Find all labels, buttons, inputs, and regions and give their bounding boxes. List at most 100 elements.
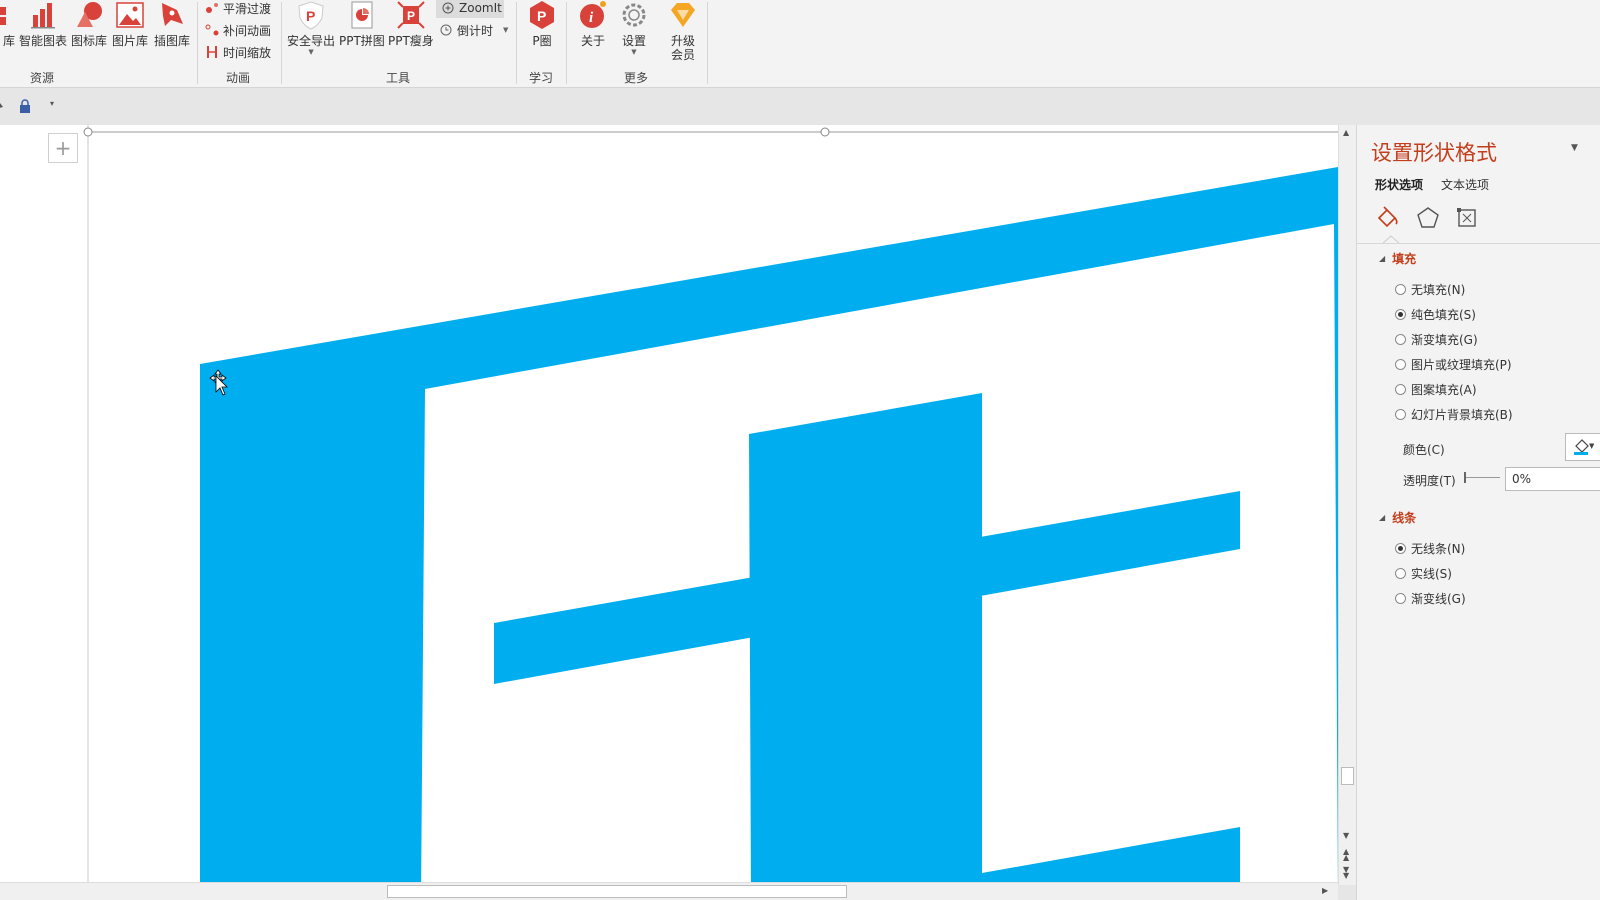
illustration-library-button[interactable]: 插图库 — [154, 0, 190, 48]
ppt-slim-button[interactable]: P PPT瘦身 — [388, 0, 434, 48]
smooth-transition-button[interactable]: 平滑过渡 — [204, 0, 271, 18]
ppt-puzzle-button[interactable]: PPT拼图 — [339, 0, 385, 48]
ppt-puzzle-label: PPT拼图 — [339, 34, 385, 48]
radio-slide-background-fill[interactable]: 幻灯片背景填充(B) — [1395, 406, 1513, 423]
size-properties-icon[interactable] — [1454, 205, 1480, 234]
svg-text:▼: ▼ — [1589, 442, 1594, 450]
chevron-down-icon: ▼ — [631, 48, 637, 56]
vertical-scroll-thumb[interactable] — [1341, 767, 1354, 785]
tab-shape-options[interactable]: 形状选项 — [1375, 176, 1423, 193]
add-icon[interactable]: + — [48, 133, 78, 163]
scroll-up-icon[interactable]: ▲ — [1343, 128, 1349, 137]
about-label: 关于 — [580, 34, 605, 48]
radio-label: 图片或纹理填充(P) — [1411, 358, 1512, 372]
scroll-right-icon[interactable]: ▶ — [1322, 886, 1328, 895]
tools-group-label: 工具 — [386, 71, 411, 85]
upgrade-member-button[interactable]: 升级 会员 — [668, 0, 698, 62]
chevron-down-icon[interactable]: ▼ — [503, 26, 508, 34]
svg-text:P: P — [407, 9, 415, 23]
radio-gradient-line[interactable]: 渐变线(G) — [1395, 590, 1466, 607]
pane-title: 设置形状格式 — [1371, 141, 1497, 165]
next-slide-icon[interactable]: ▼ ▼ — [1343, 866, 1349, 880]
pane-options-icon[interactable]: ▼ — [1571, 143, 1578, 153]
horizontal-scrollbar[interactable]: ▶ — [0, 882, 1338, 900]
safe-export-button[interactable]: P 安全导出 ▼ — [287, 0, 335, 56]
countdown-button[interactable]: 倒计时 ▼ — [438, 20, 508, 40]
line-section-header[interactable]: ◢ 线条 — [1379, 509, 1416, 526]
radio-label: 幻灯片背景填充(B) — [1411, 408, 1513, 422]
svg-text:P: P — [537, 8, 546, 24]
collapse-triangle-icon: ◢ — [1379, 254, 1386, 263]
image-library-label: 图片库 — [112, 34, 149, 48]
radio-gradient-fill[interactable]: 渐变填充(G) — [1395, 331, 1478, 348]
tween-animation-button[interactable]: 补间动画 — [204, 20, 271, 40]
ribbon: 库 智能图表 图标库 图片库 插图库 资源 平滑过渡 补间动画 时间缩放 动画 … — [0, 0, 1600, 88]
collapse-triangle-icon: ◢ — [1379, 513, 1386, 522]
zoomit-button[interactable]: ZoomIt — [436, 0, 504, 18]
radio-dot — [1395, 384, 1406, 395]
countdown-label: 倒计时 — [457, 23, 494, 38]
radio-no-line[interactable]: 无线条(N) — [1395, 540, 1465, 557]
icon-library-button[interactable]: 图标库 — [71, 0, 107, 48]
about-button[interactable]: i 关于 — [578, 0, 608, 48]
chevron-down-icon: ▼ — [308, 48, 314, 56]
horizontal-scroll-thumb[interactable] — [387, 885, 847, 898]
radio-label: 渐变线(G) — [1411, 592, 1466, 606]
scroll-down-icon[interactable]: ▼ — [1343, 831, 1349, 840]
p-badge-icon: P — [527, 0, 557, 30]
more-group-label: 更多 — [624, 71, 649, 85]
customize-qat-icon[interactable]: ▾ — [50, 99, 54, 108]
info-icon: i — [578, 0, 608, 30]
fill-section-header[interactable]: ◢ 填充 — [1379, 250, 1416, 267]
animation-group-label: 动画 — [226, 71, 251, 85]
radio-label: 纯色填充(S) — [1411, 308, 1476, 322]
smart-chart-button[interactable]: 智能图表 — [19, 0, 67, 48]
fill-section-title: 填充 — [1392, 252, 1417, 266]
radio-pattern-fill[interactable]: 图案填充(A) — [1395, 381, 1477, 398]
active-tab-indicator — [1382, 232, 1400, 244]
vertical-scrollbar[interactable]: ▲ ▼ ▲ ▲ ▼ ▼ — [1338, 125, 1356, 885]
resize-handle[interactable] — [820, 127, 830, 137]
slide-canvas[interactable]: + — [0, 125, 1338, 900]
color-label: 颜色(C) — [1403, 443, 1445, 457]
tab-text-options[interactable]: 文本选项 — [1441, 176, 1489, 193]
fill-line-icon[interactable] — [1375, 205, 1401, 234]
color-picker-button[interactable]: ▼ — [1565, 433, 1600, 461]
transparency-label: 透明度(T) — [1403, 474, 1456, 488]
time-scale-label: 时间缩放 — [223, 45, 272, 60]
radio-picture-fill[interactable]: 图片或纹理填充(P) — [1395, 356, 1512, 373]
radio-dot — [1395, 284, 1406, 295]
separator — [281, 2, 282, 84]
lock-icon[interactable] — [19, 99, 31, 116]
transparency-slider-handle[interactable] — [1464, 472, 1466, 483]
separator — [707, 2, 708, 84]
safe-export-label: 安全导出 — [287, 34, 336, 48]
transparency-input[interactable]: 0% — [1505, 467, 1600, 491]
radio-dot — [1395, 543, 1406, 554]
settings-button[interactable]: 设置 ▼ — [619, 0, 649, 56]
format-shape-pane: 设置形状格式 ▼ 形状选项 文本选项 ◢ 填充 无填充(N) 纯色填充(S) 渐… — [1356, 125, 1600, 900]
previous-slide-icon[interactable]: ▲ ▲ — [1343, 848, 1349, 862]
radio-label: 无填充(N) — [1411, 283, 1466, 297]
transparency-slider[interactable] — [1464, 477, 1500, 478]
radio-solid-line[interactable]: 实线(S) — [1395, 565, 1452, 582]
cursor-tool-icon[interactable] — [0, 99, 5, 116]
slide-content — [83, 125, 1338, 900]
time-scale-button[interactable]: 时间缩放 — [204, 42, 271, 62]
gear-icon — [619, 0, 649, 30]
bar-chart-icon — [28, 0, 58, 30]
radio-solid-fill[interactable]: 纯色填充(S) — [1395, 306, 1476, 323]
blue-vertical-bar[interactable] — [749, 393, 982, 900]
resize-handle[interactable] — [83, 127, 93, 137]
radio-dot — [1395, 359, 1406, 370]
separator — [566, 2, 567, 84]
radio-no-fill[interactable]: 无填充(N) — [1395, 281, 1465, 298]
p-circle-button[interactable]: P P圈 — [527, 0, 557, 48]
library-label: 库 — [2, 34, 15, 48]
learn-group-label: 学习 — [529, 71, 554, 85]
image-library-button[interactable]: 图片库 — [112, 0, 148, 48]
compress-p-icon: P — [396, 0, 426, 30]
radio-label: 图案填充(A) — [1411, 383, 1477, 397]
effects-pentagon-icon[interactable] — [1415, 205, 1441, 234]
line-section-title: 线条 — [1392, 511, 1417, 525]
